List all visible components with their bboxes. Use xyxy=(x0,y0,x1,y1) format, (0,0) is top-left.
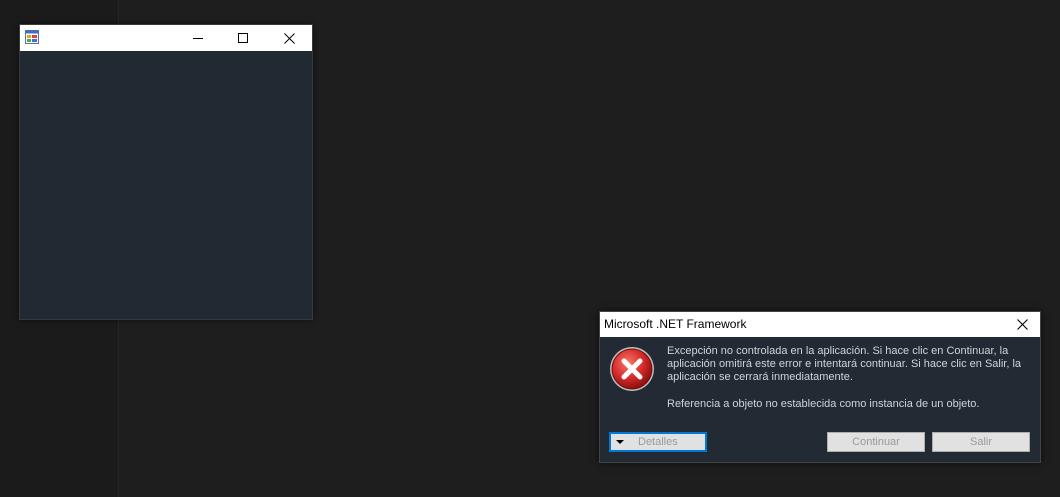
winforms-app-icon xyxy=(25,30,39,44)
unhandled-exception-dialog[interactable]: Microsoft .NET Framework Excepción no co… xyxy=(599,311,1041,463)
form-close-button[interactable] xyxy=(266,25,312,51)
form-titlebar[interactable] xyxy=(20,25,312,51)
form-client-area xyxy=(20,51,312,319)
maximize-icon xyxy=(238,33,248,43)
dialog-titlebar[interactable]: Microsoft .NET Framework xyxy=(600,312,1040,337)
maximize-button[interactable] xyxy=(220,25,266,51)
exception-detail: Referencia a objeto no establecida como … xyxy=(667,398,980,410)
close-icon xyxy=(1016,319,1028,330)
exit-button[interactable]: Salir xyxy=(932,432,1030,452)
exception-message: Excepción no controlada en la aplicación… xyxy=(667,345,1022,383)
minimize-button[interactable] xyxy=(175,25,221,51)
details-button[interactable]: Detalles xyxy=(609,432,707,452)
details-label: Detalles xyxy=(638,436,678,448)
close-icon xyxy=(283,32,295,44)
error-icon xyxy=(609,346,655,392)
dialog-close-button[interactable] xyxy=(1004,312,1040,337)
chevron-down-icon xyxy=(616,440,624,444)
continue-button[interactable]: Continuar xyxy=(827,432,925,452)
dialog-title: Microsoft .NET Framework xyxy=(604,317,747,331)
form-window[interactable] xyxy=(19,24,313,320)
minimize-icon xyxy=(193,38,203,39)
